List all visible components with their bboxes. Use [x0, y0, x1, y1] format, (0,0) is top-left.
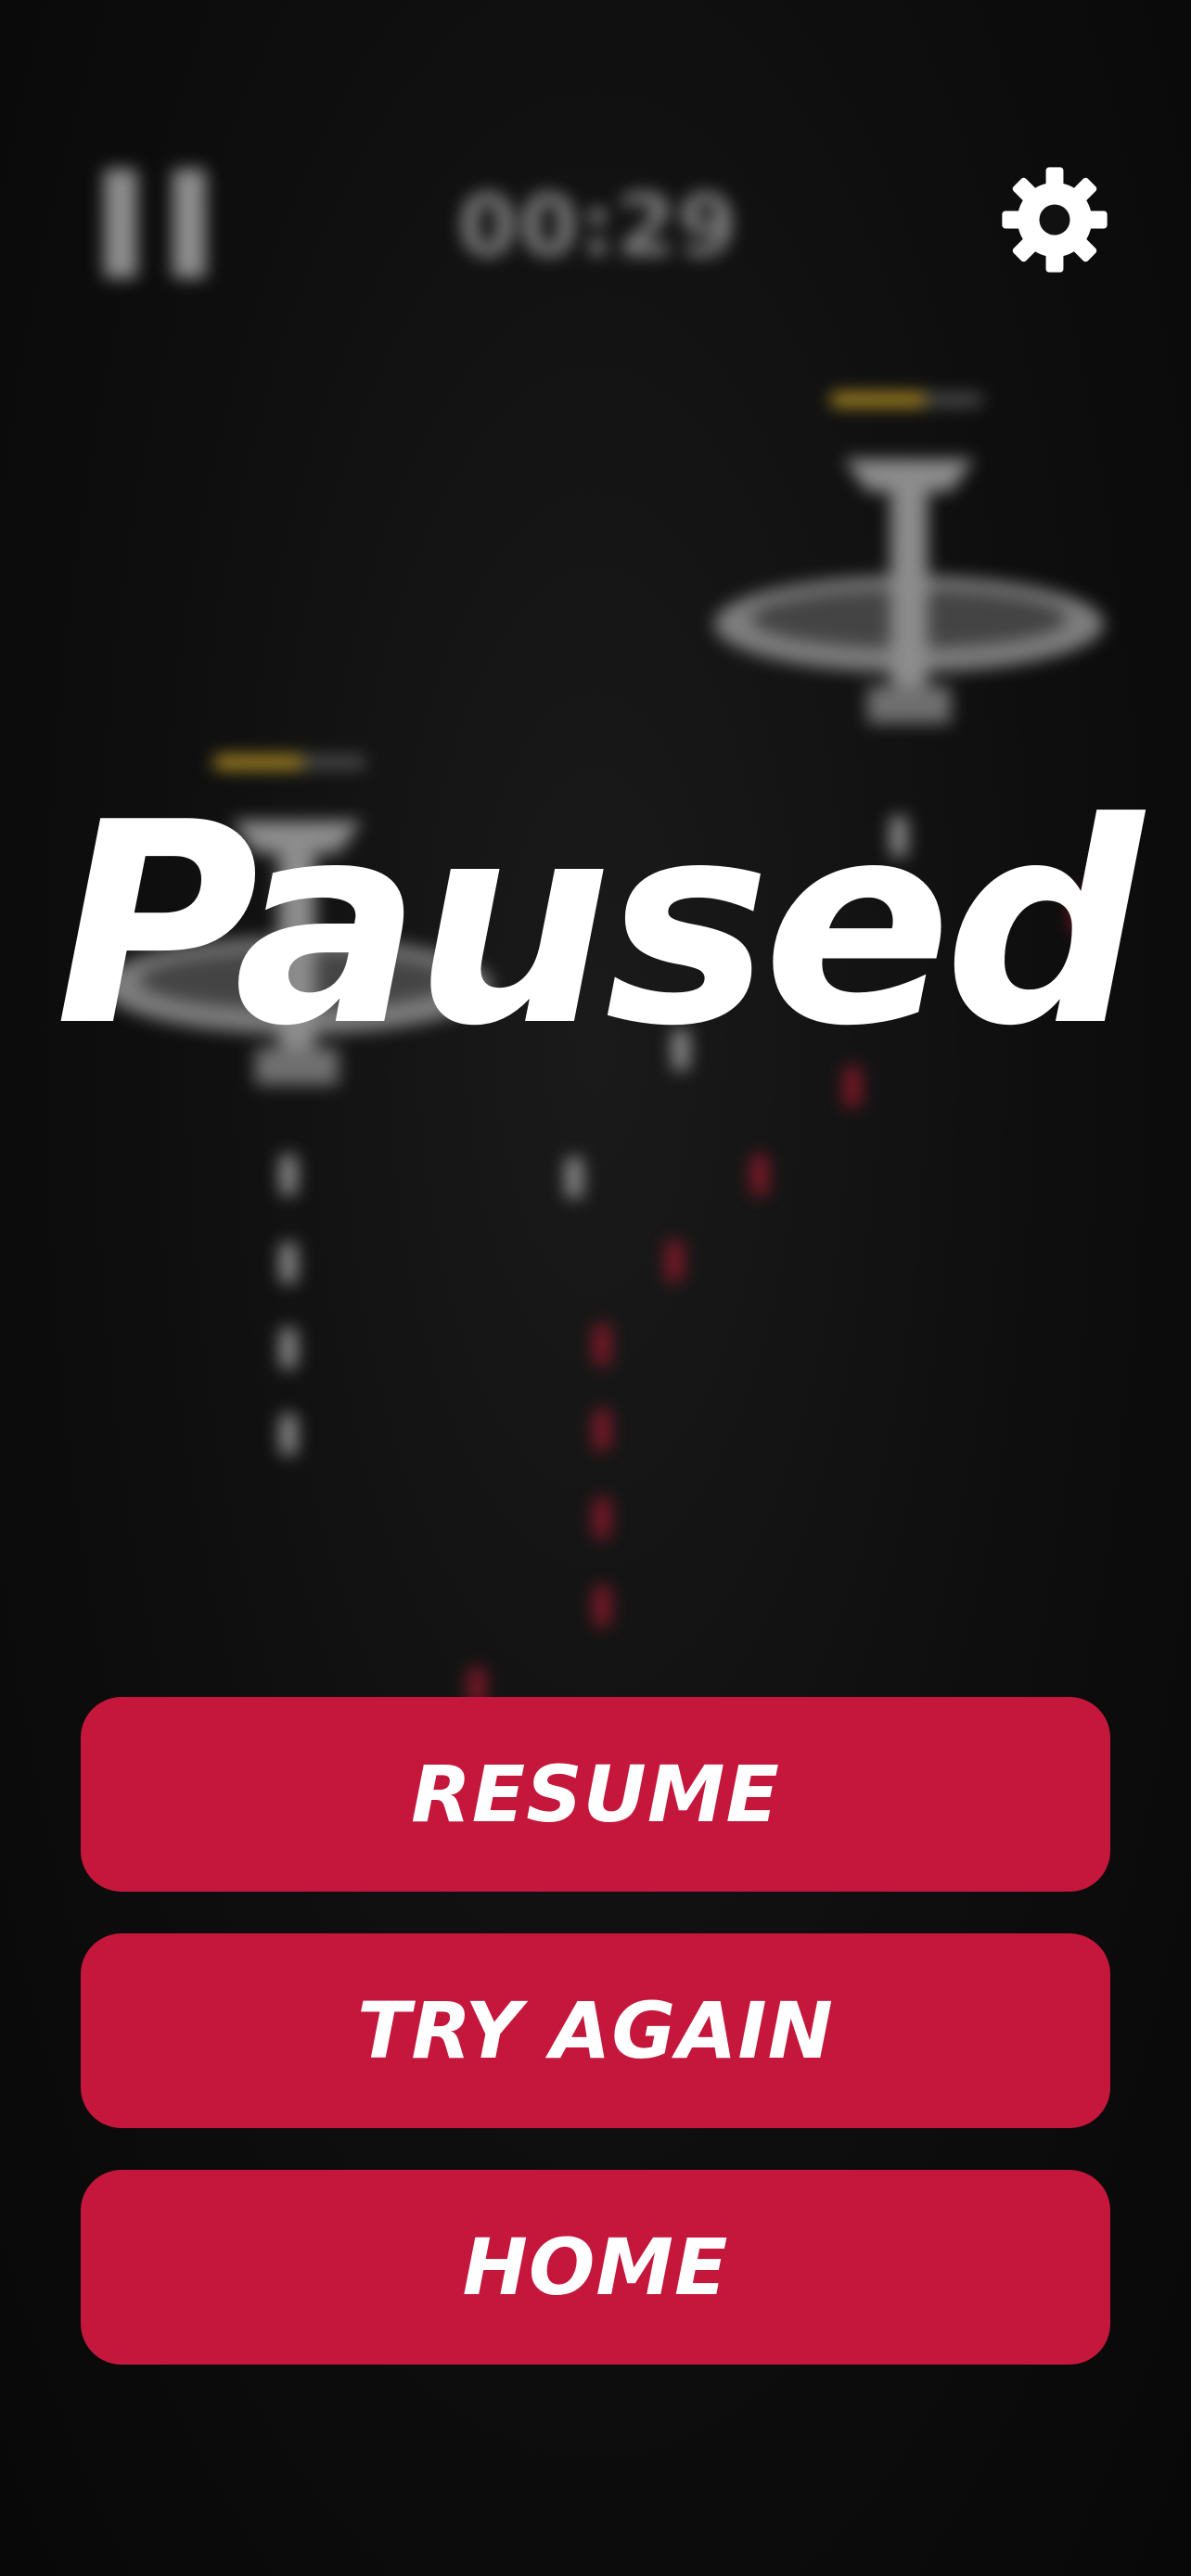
- enemy-bullet: [280, 1328, 297, 1369]
- enemy-plane: [714, 459, 1104, 723]
- enemy-bullet: [280, 1414, 297, 1455]
- enemy-bullet: [280, 1243, 297, 1283]
- pause-icon: [104, 169, 206, 278]
- enemy-bullet: [280, 1154, 297, 1195]
- try-again-button-label: TRY AGAIN: [357, 1985, 834, 2076]
- resume-button[interactable]: RESUME: [81, 1697, 1110, 1892]
- player-bullet: [751, 1154, 768, 1195]
- enemy-bullet: [566, 1157, 583, 1198]
- resume-button-label: RESUME: [411, 1749, 780, 1840]
- player-bullet: [594, 1409, 610, 1450]
- home-button[interactable]: HOME: [81, 2170, 1110, 2365]
- home-button-label: HOME: [462, 2222, 729, 2313]
- try-again-button[interactable]: TRY AGAIN: [81, 1933, 1110, 2128]
- pause-screen: 00:29 Paused RESUME TRY AGAIN HOME: [0, 0, 1191, 2576]
- player-bullet: [594, 1586, 610, 1626]
- player-bullet: [594, 1498, 610, 1538]
- player-bullet: [666, 1241, 683, 1282]
- gear-icon[interactable]: [1000, 165, 1109, 274]
- enemy-health-bar: [830, 393, 983, 406]
- game-timer: 00:29: [457, 176, 739, 275]
- paused-title: Paused: [55, 763, 1143, 1087]
- player-bullet: [594, 1324, 610, 1365]
